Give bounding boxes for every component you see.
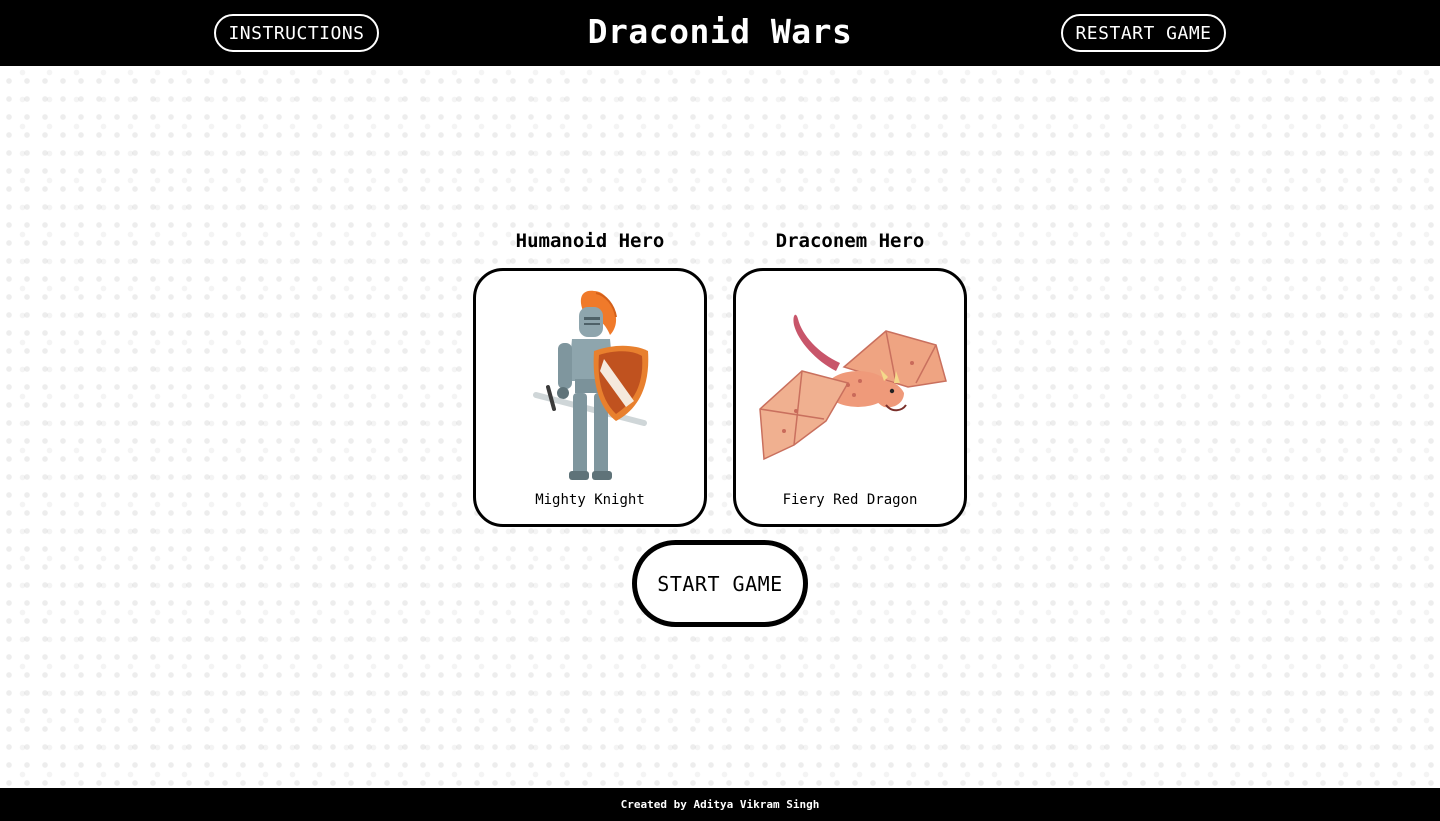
footer: Created by Aditya Vikram Singh — [0, 788, 1440, 821]
humanoid-hero-heading: Humanoid Hero — [515, 230, 665, 252]
hero-name-dragon: Fiery Red Dragon — [782, 492, 918, 508]
restart-game-button[interactable]: RESTART GAME — [1061, 14, 1226, 52]
footer-credit: Created by Aditya Vikram Singh — [620, 798, 820, 811]
hero-name-knight: Mighty Knight — [535, 492, 645, 508]
draconem-hero-heading: Draconem Hero — [775, 230, 925, 252]
dragon-icon — [759, 314, 947, 461]
start-game-button[interactable]: START GAME — [632, 540, 808, 627]
knight-icon — [533, 290, 649, 480]
top-bar: INSTRUCTIONS Draconid Wars RESTART GAME — [0, 0, 1440, 66]
humanoid-hero-card[interactable]: Mighty Knight — [473, 268, 707, 527]
draconem-hero-card[interactable]: Fiery Red Dragon — [733, 268, 967, 527]
